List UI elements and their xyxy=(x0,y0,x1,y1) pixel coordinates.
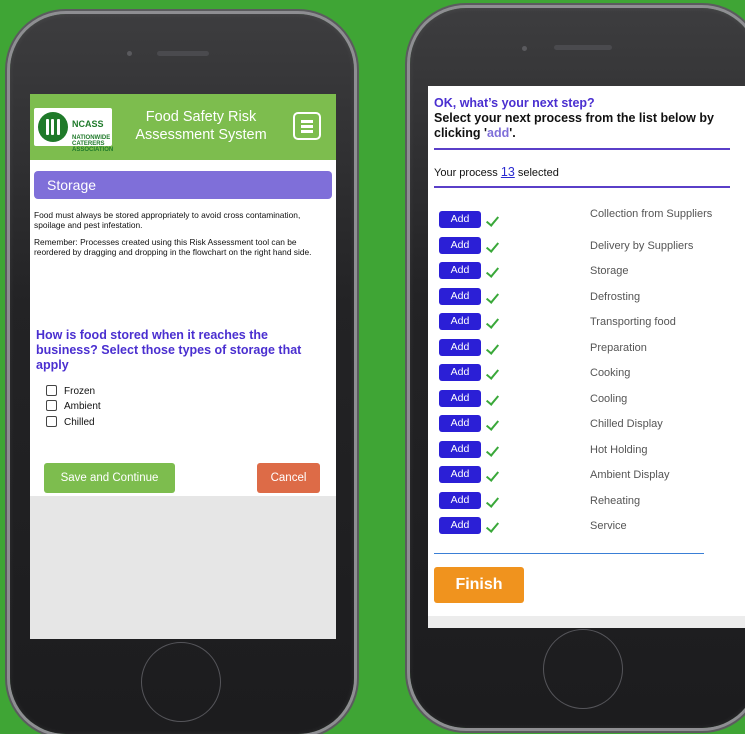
process-row: Add Defrosting xyxy=(428,287,745,306)
earpiece-speaker xyxy=(554,45,612,50)
storage-question: How is food stored when it reaches the b… xyxy=(36,328,302,372)
option-ambient[interactable]: Ambient xyxy=(46,400,101,414)
instruction-text: Select your next process from the list b… xyxy=(434,111,714,140)
add-button[interactable]: Add xyxy=(439,466,481,483)
process-row: Add Ambient Display xyxy=(428,466,745,484)
right-phone: OK, what’s your next step? Select your n… xyxy=(410,8,745,728)
right-screen: OK, what’s your next step? Select your n… xyxy=(428,86,745,628)
front-camera xyxy=(522,46,527,51)
screen-bottom-bar xyxy=(428,616,745,628)
front-camera xyxy=(127,51,132,56)
menu-button[interactable] xyxy=(293,112,321,140)
next-step-title: OK, what’s your next step? xyxy=(434,96,595,110)
checkmark-icon xyxy=(485,493,500,508)
process-label: Defrosting xyxy=(590,290,641,303)
process-label: Reheating xyxy=(590,494,641,507)
intro-text: Food must always be stored appropriately… xyxy=(34,210,301,230)
option-frozen[interactable]: Frozen xyxy=(46,385,95,399)
earpiece-speaker xyxy=(157,51,209,56)
cancel-button[interactable]: Cancel xyxy=(257,463,320,493)
process-label: Ambient Display xyxy=(590,469,670,481)
logo-text-big: NCASS xyxy=(72,119,104,129)
ncass-logo: NCASS NATIONWIDE CATERERS ASSOCIATION xyxy=(34,108,113,153)
add-button[interactable]: Add xyxy=(439,440,481,458)
add-button[interactable]: Add xyxy=(439,491,481,509)
app-title: Food Safety Risk Assessment System xyxy=(135,109,267,143)
save-and-continue-button[interactable]: Save and Continue xyxy=(44,463,175,493)
add-button[interactable]: Add xyxy=(439,338,481,356)
add-button[interactable]: Add xyxy=(439,313,481,330)
next-step-instruction: Select your next process from the list b… xyxy=(434,111,734,141)
add-button[interactable]: Add xyxy=(439,389,481,407)
checkbox-chilled[interactable] xyxy=(46,416,57,427)
checkmark-icon xyxy=(485,391,500,406)
process-row: Add Cooking xyxy=(428,364,745,382)
add-button[interactable]: Add xyxy=(439,287,481,305)
process-label: Cooling xyxy=(590,392,628,405)
add-button[interactable]: Add xyxy=(439,211,481,228)
process-label: Transporting food xyxy=(590,316,676,328)
process-row: Add Transporting food xyxy=(428,313,745,331)
checkmark-icon xyxy=(485,442,500,457)
cutlery-icon xyxy=(38,112,68,142)
checkmark-icon xyxy=(485,468,500,482)
divider xyxy=(434,186,730,188)
process-row: Add Chilled Display xyxy=(428,415,745,433)
reminder-text: Remember: Processes created using this R… xyxy=(34,237,312,257)
checkmark-icon xyxy=(485,264,500,278)
instruction-add-highlight: add xyxy=(487,126,510,140)
left-phone: NCASS NATIONWIDE CATERERS ASSOCIATION Fo… xyxy=(10,14,354,734)
add-button[interactable]: Add xyxy=(439,364,481,381)
option-label: Chilled xyxy=(64,417,95,428)
process-label: Cooking xyxy=(590,367,631,379)
process-row: Add Storage xyxy=(428,262,745,280)
option-label: Ambient xyxy=(64,401,101,412)
checkmark-icon xyxy=(485,340,500,355)
app-header: NCASS NATIONWIDE CATERERS ASSOCIATION Fo… xyxy=(30,94,336,160)
checkmark-icon xyxy=(485,519,500,533)
process-label: Delivery by Suppliers xyxy=(590,239,694,252)
process-label: Storage xyxy=(590,265,629,277)
add-button[interactable]: Add xyxy=(439,517,481,534)
finish-button[interactable]: Finish xyxy=(434,567,524,603)
checkmark-icon xyxy=(485,238,500,253)
instruction-suffix: '. xyxy=(509,126,516,140)
left-screen: NCASS NATIONWIDE CATERERS ASSOCIATION Fo… xyxy=(30,94,336,639)
add-button[interactable]: Add xyxy=(439,262,481,279)
checkmark-icon xyxy=(485,213,500,227)
process-row: Add Reheating xyxy=(428,491,745,510)
home-button[interactable] xyxy=(141,642,221,722)
divider xyxy=(434,148,730,150)
process-label: Hot Holding xyxy=(590,443,648,456)
process-label: Preparation xyxy=(590,341,647,354)
checkmark-icon xyxy=(485,366,500,380)
home-button[interactable] xyxy=(543,629,623,709)
status-suffix: selected xyxy=(517,167,559,179)
process-label: Service xyxy=(590,520,627,532)
process-row: Add Cooling xyxy=(428,389,745,408)
checkmark-icon xyxy=(485,289,500,304)
storage-form: Storage Food must always be stored appro… xyxy=(30,160,336,496)
checkbox-ambient[interactable] xyxy=(46,400,57,411)
status-prefix: Your process xyxy=(434,167,498,179)
option-label: Frozen xyxy=(64,386,96,397)
process-row: Add Preparation xyxy=(428,338,745,357)
process-label: Chilled Display xyxy=(590,418,663,430)
add-button[interactable]: Add xyxy=(439,236,481,254)
process-count-link[interactable]: 13 xyxy=(501,165,515,179)
process-label: Collection from Suppliers xyxy=(590,208,713,220)
add-button[interactable]: Add xyxy=(439,415,481,432)
checkmark-icon xyxy=(485,315,500,329)
option-chilled[interactable]: Chilled xyxy=(46,416,95,430)
divider xyxy=(434,553,704,554)
process-row: Add Hot Holding xyxy=(428,440,745,459)
checkbox-frozen[interactable] xyxy=(46,385,57,396)
process-status: Your process 13 selected xyxy=(434,165,559,179)
logo-text-small: NATIONWIDE CATERERS ASSOCIATION xyxy=(72,135,114,153)
process-row: Add Service xyxy=(428,517,745,535)
process-row: Add Collection from Suppliers xyxy=(428,208,745,229)
checkmark-icon xyxy=(485,417,500,431)
section-title: Storage xyxy=(34,171,332,199)
process-row: Add Delivery by Suppliers xyxy=(428,236,745,255)
